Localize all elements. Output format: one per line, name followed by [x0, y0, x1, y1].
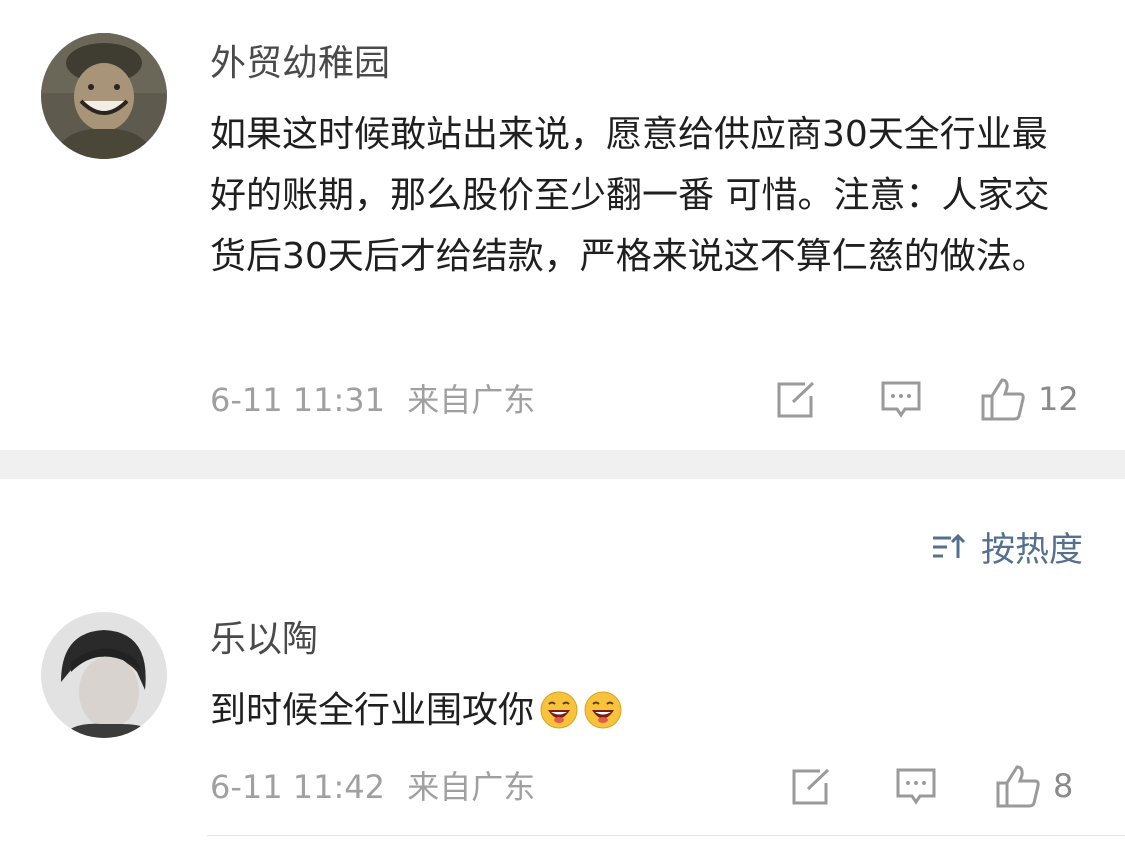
share-icon [777, 381, 815, 418]
thumbs-up-icon [981, 378, 1025, 421]
like-count: 8 [1053, 767, 1074, 805]
reply-button[interactable] [880, 380, 922, 420]
comment-text: 如果这时候敢站出来说，愿意给供应商30天全行业最好的账期，那么股价至少翻一番 可… [210, 114, 1050, 277]
comment-text-content: 到时候全行业围攻你 [210, 689, 535, 731]
share-button[interactable] [790, 767, 832, 807]
avatar[interactable] [41, 33, 167, 159]
share-icon [792, 768, 830, 805]
comment-meta: 6-11 11:42 来自广东 [210, 767, 535, 807]
avatar-image [41, 33, 167, 159]
comment-meta: 6-11 11:31 来自广东 [210, 380, 535, 420]
comment-text: 到时候全行业围攻你 [210, 681, 1080, 739]
comment-card: 外贸幼稚园 如果这时候敢站出来说，愿意给供应商30天全行业最好的账期，那么股价至… [0, 0, 1125, 450]
comment-time: 6-11 11:42 [210, 768, 386, 806]
section-divider [0, 450, 1125, 479]
like-button[interactable]: 12 [980, 376, 1079, 422]
comment-location: 来自广东 [407, 768, 536, 806]
avatar[interactable] [41, 612, 167, 738]
comment-icon [881, 381, 921, 418]
laughing-emoji-icon [584, 691, 622, 729]
reply-button[interactable] [895, 767, 937, 807]
laughing-emoji-icon [540, 691, 578, 729]
username[interactable]: 外贸幼稚园 [210, 42, 390, 86]
comment-divider [207, 835, 1125, 836]
comment-time: 6-11 11:31 [210, 381, 386, 419]
share-button[interactable] [775, 380, 817, 420]
avatar-image [41, 612, 167, 738]
sort-icon [933, 533, 966, 558]
comment-icon [896, 768, 936, 805]
like-count: 12 [1038, 380, 1079, 418]
comment-location: 来自广东 [407, 381, 536, 419]
sort-label: 按热度 [981, 530, 1083, 570]
username[interactable]: 乐以陶 [210, 618, 318, 662]
like-button[interactable]: 8 [995, 763, 1073, 809]
sort-by-hot-button[interactable]: 按热度 [931, 522, 1083, 571]
thumbs-up-icon [996, 765, 1040, 808]
